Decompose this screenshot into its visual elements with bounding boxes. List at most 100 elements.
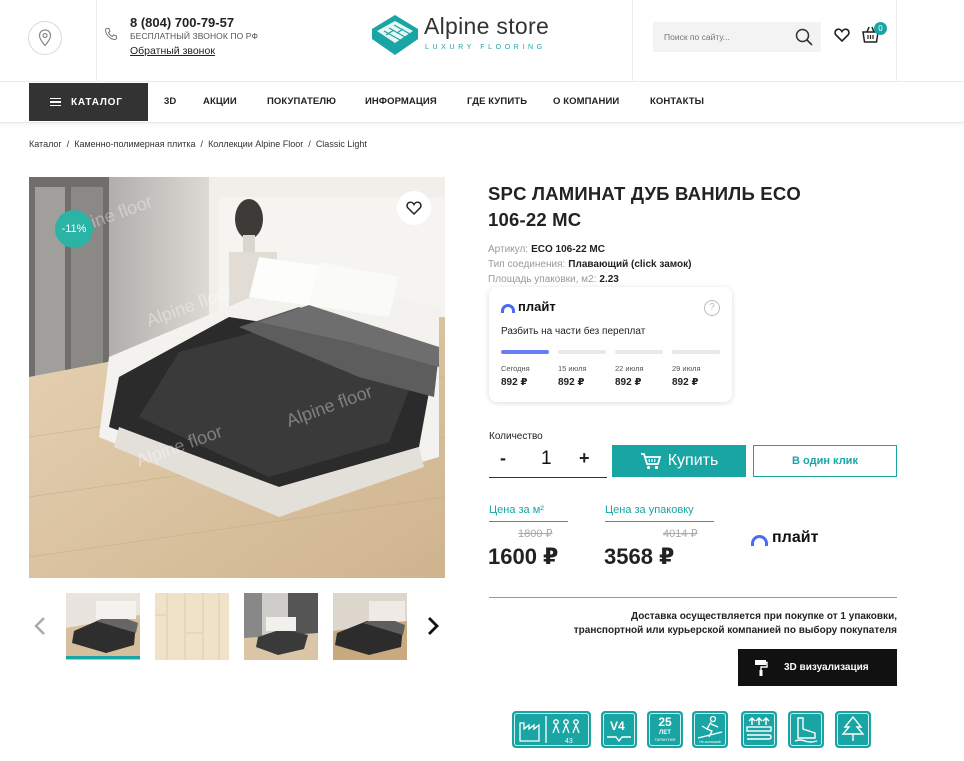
- nav-item-info[interactable]: ИНФОРМАЦИЯ: [365, 96, 437, 107]
- main-product-image[interactable]: Alpine floor Alpine floor Alpine floor A…: [29, 177, 445, 578]
- catalog-button[interactable]: КАТАЛОГ: [29, 83, 148, 121]
- product-title: SPC ЛАМИНАТ ДУБ ВАНИЛЬ ECO 106-22 MC: [488, 181, 908, 233]
- location-button[interactable]: [28, 21, 62, 55]
- breadcrumb-item[interactable]: Classic Light: [316, 139, 367, 149]
- breadcrumb-item[interactable]: Каталог: [29, 139, 62, 149]
- payment-progress-bar: [672, 350, 720, 354]
- active-thumbnail-indicator: [66, 656, 140, 659]
- plait-logo-icon: [501, 303, 515, 313]
- logo-subtitle: LUXURY FLOORING: [425, 44, 546, 51]
- search-input[interactable]: [653, 22, 783, 52]
- underfloor-heating-icon: [741, 711, 777, 748]
- non-slip-icon: Не скользкий: [692, 711, 728, 748]
- thumbnail-3[interactable]: [244, 593, 318, 660]
- price-per-m2-label: Цена за м²: [489, 504, 544, 516]
- callback-link[interactable]: Обратный звонок: [130, 45, 215, 57]
- chevron-left-icon[interactable]: [34, 616, 46, 636]
- map-pin-icon: [38, 29, 52, 47]
- payment-date: 22 июля: [615, 364, 644, 373]
- plait-brand: плайт: [518, 299, 556, 314]
- plait-logo[interactable]: плайт: [751, 529, 818, 547]
- breadcrumb-item[interactable]: Коллекции Alpine Floor: [208, 139, 303, 149]
- chevron-right-icon[interactable]: [427, 616, 439, 636]
- breadcrumb-separator: /: [200, 139, 204, 149]
- bedroom-photo: Alpine floor Alpine floor Alpine floor A…: [29, 177, 445, 578]
- phone-icon: [104, 28, 117, 41]
- breadcrumb-separator: /: [308, 139, 311, 149]
- quantity-decrease-button[interactable]: -: [500, 448, 506, 469]
- cart-count-badge: 0: [874, 22, 887, 35]
- v4-chamfer-icon: V4: [601, 711, 637, 748]
- quantity-underline: [489, 477, 607, 478]
- nav-item-contacts[interactable]: КОНТАКТЫ: [650, 96, 704, 107]
- quantity-input[interactable]: 1: [541, 448, 552, 470]
- spec-article: Артикул: ECO 106-22 MC: [488, 244, 605, 255]
- plait-logo-icon: [751, 534, 768, 546]
- 3d-visualization-label: 3D визуализация: [784, 662, 869, 673]
- main-nav: КАТАЛОГ 3D АКЦИИ ПОКУПАТЕЛЮ ИНФОРМАЦИЯ Г…: [0, 82, 964, 123]
- payment-progress-bar: [501, 350, 549, 354]
- divider: [489, 597, 897, 598]
- old-price-per-pack: 4014 ₽: [663, 528, 698, 540]
- spec-pack-area: Площадь упаковки, м2: 2.23: [488, 274, 619, 285]
- 3d-visualization-button[interactable]: 3D визуализация: [738, 649, 897, 686]
- thumbnail-4[interactable]: [333, 593, 407, 660]
- spec-label: Артикул:: [488, 244, 529, 255]
- thumbnail-1[interactable]: [66, 593, 140, 660]
- one-click-buy-button[interactable]: В один клик: [753, 445, 897, 477]
- paint-roller-icon: [755, 659, 768, 676]
- spec-value: ECO 106-22 MC: [531, 244, 605, 255]
- catalog-label: КАТАЛОГ: [71, 96, 123, 108]
- water-resistant-icon: [788, 711, 824, 748]
- header-divider: [896, 0, 897, 82]
- quantity-increase-button[interactable]: +: [579, 448, 590, 469]
- installment-widget[interactable]: плайт ? Разбить на части без переплат Се…: [489, 287, 732, 402]
- payment-date: 29 июля: [672, 364, 701, 373]
- eco-tree-icon: [835, 711, 871, 748]
- breadcrumb-item[interactable]: Каменно-полимерная плитка: [74, 139, 195, 149]
- add-to-favorites-button[interactable]: [397, 191, 431, 225]
- header-divider: [632, 0, 633, 82]
- delivery-info: Доставка осуществляется при покупке от 1…: [489, 610, 897, 638]
- price-label-underline: [489, 521, 568, 522]
- breadcrumb: Каталог / Каменно-полимерная плитка / Ко…: [29, 139, 367, 149]
- price-label-underline: [605, 521, 714, 522]
- old-price-per-m2: 1800 ₽: [518, 528, 553, 540]
- nav-item-promotions[interactable]: АКЦИИ: [203, 96, 237, 107]
- logo-icon[interactable]: [370, 13, 420, 57]
- search-icon[interactable]: [795, 28, 813, 46]
- heart-icon[interactable]: [834, 28, 850, 42]
- spec-label: Площадь упаковки, м2:: [488, 274, 597, 285]
- spec-label: Тип соединения:: [488, 259, 566, 270]
- logo-title[interactable]: Alpine store: [424, 13, 549, 40]
- phone-number[interactable]: 8 (804) 700-79-57: [130, 15, 234, 30]
- phone-subtitle: БЕСПЛАТНЫЙ ЗВОНОК ПО РФ: [130, 31, 259, 41]
- help-icon[interactable]: ?: [704, 300, 720, 316]
- product-title-line: SPC ЛАМИНАТ ДУБ ВАНИЛЬ ECO: [488, 183, 801, 204]
- heart-icon: [406, 201, 422, 215]
- warranty-icon: 25 ЛЕТ ГАРАНТИЯ: [647, 711, 683, 748]
- breadcrumb-separator: /: [66, 139, 70, 149]
- product-title-line: 106-22 MC: [488, 209, 582, 230]
- nav-item-3d[interactable]: 3D: [164, 96, 176, 107]
- thumbnail-2[interactable]: [155, 593, 229, 660]
- buy-label: Купить: [667, 452, 719, 469]
- nav-item-where-to-buy[interactable]: ГДЕ КУПИТЬ: [467, 96, 527, 107]
- spec-value: Плавающий (click замок): [568, 259, 692, 270]
- plait-logo: плайт: [501, 299, 556, 314]
- price-per-pack: 3568 ₽: [604, 544, 675, 569]
- payment-amount: 892 ₽: [501, 377, 528, 388]
- header-divider: [96, 0, 97, 82]
- nav-item-buyers[interactable]: ПОКУПАТЕЛЮ: [267, 96, 336, 107]
- buy-button[interactable]: Купить: [612, 445, 746, 477]
- site-header: 8 (804) 700-79-57 БЕСПЛАТНЫЙ ЗВОНОК ПО Р…: [0, 0, 964, 82]
- payment-progress-bar: [615, 350, 663, 354]
- payment-amount: 892 ₽: [615, 377, 642, 388]
- payment-progress-bar: [558, 350, 606, 354]
- installment-description: Разбить на части без переплат: [501, 326, 646, 337]
- search-box: [653, 22, 821, 52]
- payment-date: 15 июля: [558, 364, 587, 373]
- plait-brand: плайт: [772, 529, 819, 546]
- payment-date: Сегодня: [501, 364, 530, 373]
- nav-item-about[interactable]: О КОМПАНИИ: [553, 96, 619, 107]
